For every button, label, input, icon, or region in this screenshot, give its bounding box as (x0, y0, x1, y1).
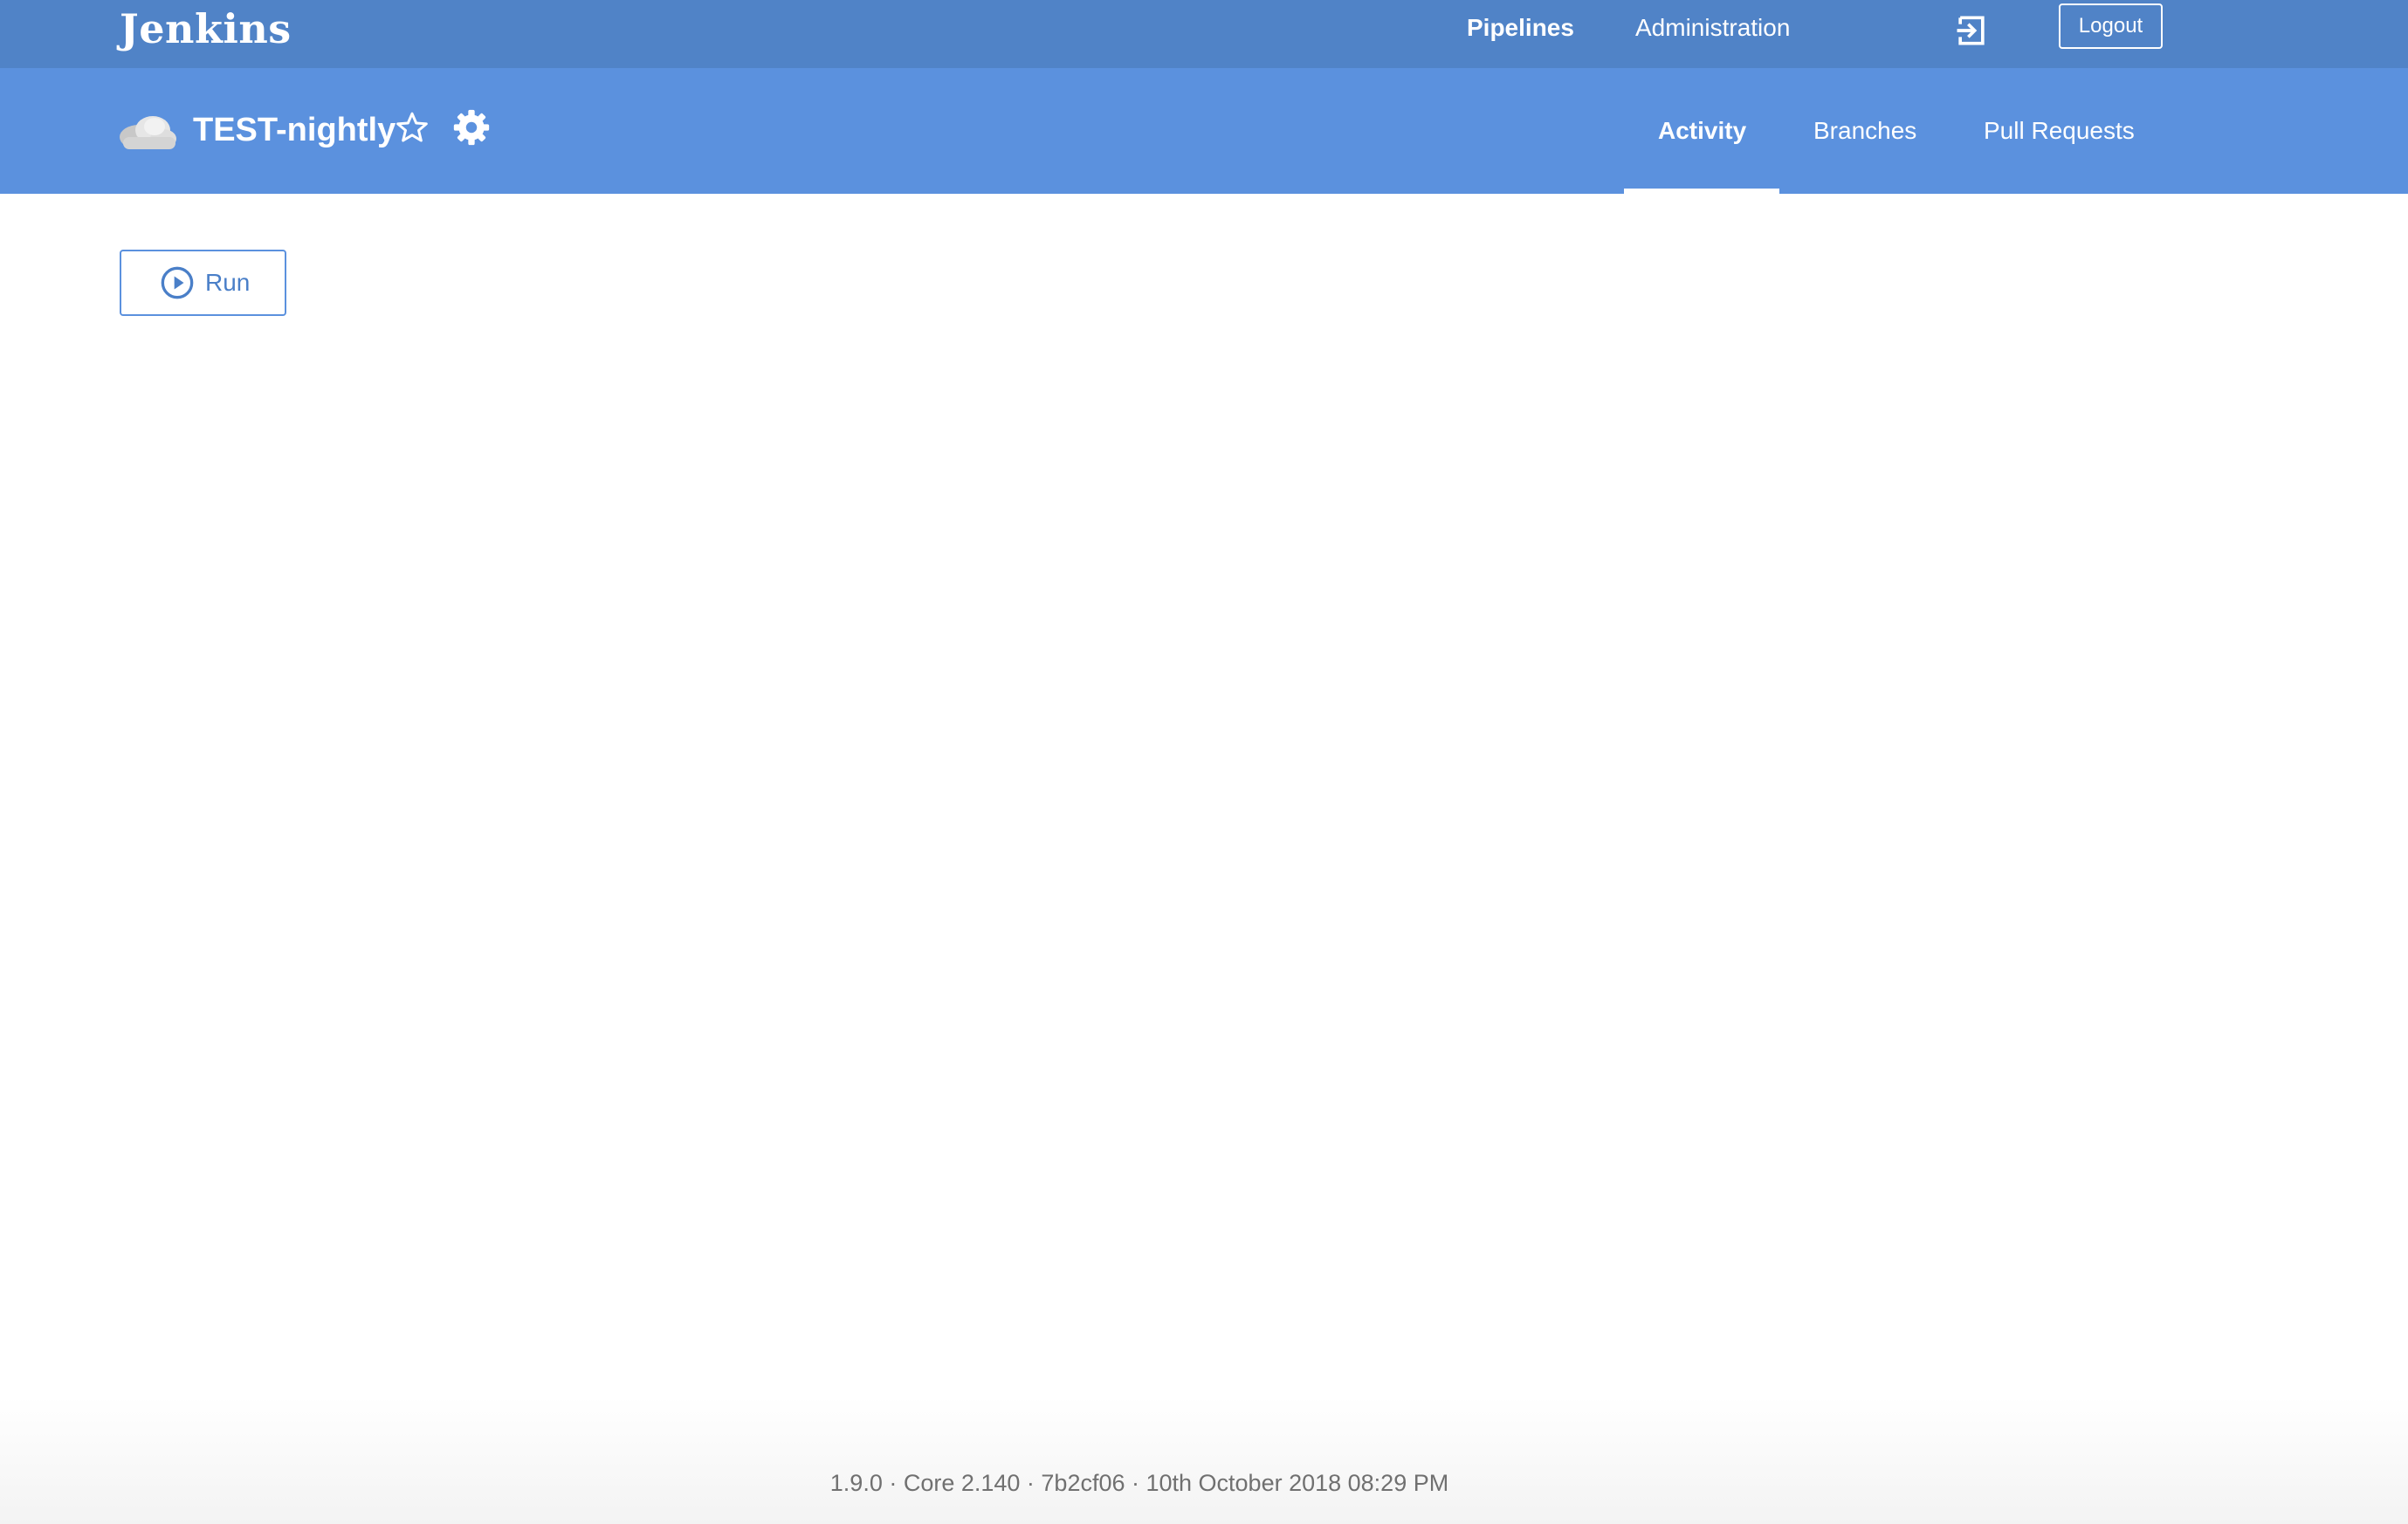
active-tab-indicator (1624, 189, 1779, 194)
jenkins-logo[interactable]: Jenkins (120, 5, 292, 52)
logout-button[interactable]: Logout (2059, 3, 2163, 49)
tab-pull-requests[interactable]: Pull Requests (1984, 117, 2135, 145)
play-icon (161, 266, 194, 299)
nav-pipelines[interactable]: Pipelines (1467, 14, 1574, 42)
footer (0, 1397, 2408, 1524)
tab-branches[interactable]: Branches (1813, 117, 1916, 145)
pipeline-title: TEST-nightly (193, 112, 396, 148)
nav-administration[interactable]: Administration (1635, 14, 1790, 42)
run-button[interactable]: Run (120, 250, 286, 316)
star-icon[interactable] (395, 110, 430, 145)
top-header: Jenkins Pipelines Administration Logout (0, 0, 2408, 68)
cloudy-weather-icon (120, 116, 176, 149)
footer-version-text: 1.9.0 · Core 2.140 · 7b2cf06 · 10th Octo… (829, 1470, 1449, 1496)
tab-activity[interactable]: Activity (1658, 117, 1746, 145)
login-icon[interactable] (1952, 11, 1991, 50)
pipeline-header: TEST-nightly Activity Branches Pull Requ… (0, 68, 2408, 194)
run-button-label: Run (205, 269, 251, 296)
gear-icon[interactable] (452, 108, 491, 147)
